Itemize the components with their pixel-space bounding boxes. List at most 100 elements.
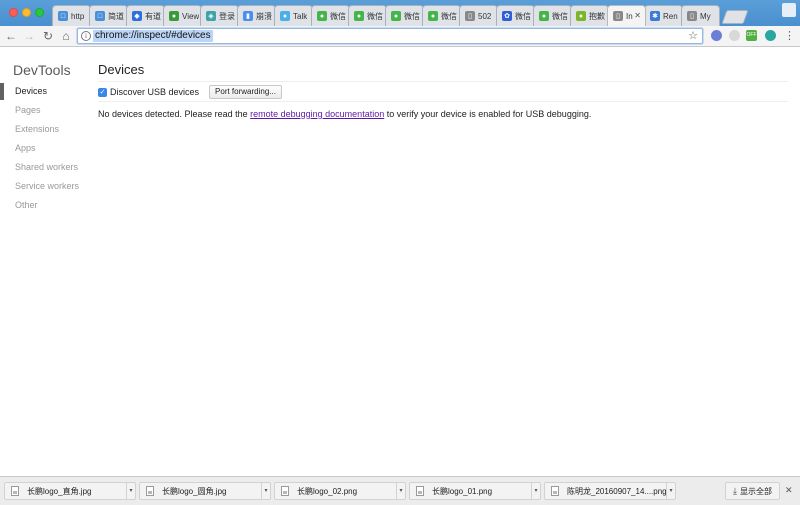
divider [98,81,788,82]
download-icon: ⤓ [733,485,737,496]
tab-title: 微信 [552,11,568,21]
browser-tab[interactable]: ● 抱歉 [570,5,609,26]
chat-doc-icon: □ [95,11,105,21]
tab-title: 502 [478,11,492,21]
sidebar-item-other[interactable]: Other [0,196,88,215]
profile-button[interactable] [782,3,796,17]
tab-list: □ http □ 简道 ◆ 有道 ● View ◈ 登录 ▮ 崩溃 ● Talk ● 微信 ● 微信 ● 微信 ● 微信 ▯… [52,5,749,26]
sidebar-item-extensions[interactable]: Extensions [0,120,88,139]
reload-button[interactable]: ↻ [41,29,55,43]
browser-tab[interactable]: ▮ 崩溃 [237,5,276,26]
download-item[interactable]: 长鹏logo_圆角.jpg ▾ [139,482,271,500]
address-bar[interactable]: i chrome://inspect/#devices ☆ [77,28,703,44]
close-window-button[interactable] [9,8,18,17]
sidebar-item-devices[interactable]: Devices [0,82,88,101]
tab-title: In [626,11,633,21]
info-icon[interactable]: i [81,31,91,41]
browser-tab[interactable]: □ 简道 [89,5,128,26]
sidebar-nav: Devices Pages Extensions Apps Shared workers… [0,82,88,215]
browser-tab[interactable]: ● Talk [274,5,313,26]
chevron-down-icon[interactable]: ▾ [261,482,270,500]
sidebar-item-pages[interactable]: Pages [0,101,88,120]
sidebar: DevTools Devices Pages Extensions Apps Share… [0,48,88,476]
device-controls: ✓ Discover USB devices Port forwarding..… [98,85,282,99]
wechat-icon: ● [576,11,586,21]
extension-off-icon[interactable]: OFF [746,30,757,41]
minimize-window-button[interactable] [22,8,31,17]
browser-tab[interactable]: ● 微信 [311,5,350,26]
show-all-downloads-button[interactable]: ⤓ 显示全部 [725,482,780,500]
browser-toolbar: ← → ↻ ⌂ i chrome://inspect/#devices ☆ OF… [0,26,800,47]
zoom-window-button[interactable] [35,8,44,17]
extension-icon[interactable] [729,30,740,41]
download-item[interactable]: 长鹏logo_直角.jpg ▾ [4,482,136,500]
file-icon [551,486,559,496]
browser-tab[interactable]: ▯ 502 [459,5,498,26]
discover-usb-checkbox[interactable]: ✓ [98,87,107,97]
browser-tab[interactable]: ✱ Ren [644,5,683,26]
sidebar-title: DevTools [13,62,71,78]
remote-debugging-docs-link[interactable]: remote debugging documentation [250,109,384,119]
download-filename: 长鹏logo_圆角.jpg [162,486,227,496]
sidebar-item-apps[interactable]: Apps [0,139,88,158]
tab-title: My [700,11,711,21]
close-tab-icon[interactable]: ✕ [634,11,641,20]
page-title: Devices [98,62,145,77]
chevron-down-icon[interactable]: ▾ [126,482,135,500]
wechat-icon: ● [539,11,549,21]
browser-tab[interactable]: ▯ My [681,5,720,26]
tab-title: 微信 [404,11,420,21]
browser-tab[interactable]: ◈ 登录 [200,5,239,26]
tab-title: 微信 [367,11,383,21]
new-tab-button[interactable] [721,10,749,24]
sidebar-item-service-workers[interactable]: Service workers [0,177,88,196]
tab-title: 简道 [108,11,124,21]
discover-usb-label[interactable]: Discover USB devices [110,87,199,97]
tab-title: 有道 [145,11,161,21]
download-item[interactable]: 长鹏logo_01.png ▾ [409,482,541,500]
url-text[interactable]: chrome://inspect/#devices [93,30,213,42]
home-button[interactable]: ⌂ [59,29,73,43]
close-shelf-icon[interactable]: ✕ [785,485,793,496]
tab-title: 登录 [219,11,235,21]
wechat-icon: ● [317,11,327,21]
chrome-menu-button[interactable]: ⋮ [784,29,795,43]
browser-tab[interactable]: ● View [163,5,202,26]
show-all-label: 显示全部 [739,486,772,496]
tab-title: http [71,11,85,21]
chevron-down-icon[interactable]: ▾ [666,482,675,500]
chevron-down-icon[interactable]: ▾ [396,482,405,500]
browser-tab[interactable]: ● 微信 [422,5,461,26]
sidebar-item-shared-workers[interactable]: Shared workers [0,158,88,177]
download-item[interactable]: 陈明龙_20160907_14....png ▾ [544,482,676,500]
browser-tab[interactable]: ◆ 有道 [126,5,165,26]
wechat-icon: ● [428,11,438,21]
browser-tab[interactable]: □ http [52,5,91,26]
port-forwarding-button[interactable]: Port forwarding... [209,85,282,99]
browser-tab[interactable]: ● 微信 [533,5,572,26]
message-text: No devices detected. Please read the [98,109,251,119]
tab-title: Talk [293,11,308,21]
tab-title: 抱歉 [589,11,605,21]
download-filename: 长鹏logo_02.png [297,486,358,496]
tag-icon: ◈ [206,11,216,21]
tab-title: 微信 [515,11,531,21]
divider [98,101,788,102]
bookmark-star-icon[interactable]: ☆ [688,29,698,42]
inspect-page: DevTools Devices Pages Extensions Apps Share… [0,48,800,476]
tab-active[interactable]: ▯ In ✕ [607,5,646,26]
browser-tab[interactable]: ● 微信 [385,5,424,26]
download-item[interactable]: 长鹏logo_02.png ▾ [274,482,406,500]
back-button[interactable]: ← [4,29,18,43]
browser-tab[interactable]: ✿ 微信 [496,5,535,26]
file-icon [281,486,289,496]
chevron-down-icon[interactable]: ▾ [531,482,540,500]
file-icon [11,486,19,496]
download-shelf: ⤓ 显示全部 ✕ 长鹏logo_直角.jpg ▾ 长鹏logo_圆角.jpg ▾ 长鹏l… [0,476,800,505]
browser-tab[interactable]: ● 微信 [348,5,387,26]
forward-button[interactable]: → [22,29,36,43]
gear-icon: ✱ [650,11,660,21]
extension-icon[interactable] [765,30,776,41]
tab-title: 崩溃 [256,11,272,21]
extension-icon[interactable] [711,30,722,41]
